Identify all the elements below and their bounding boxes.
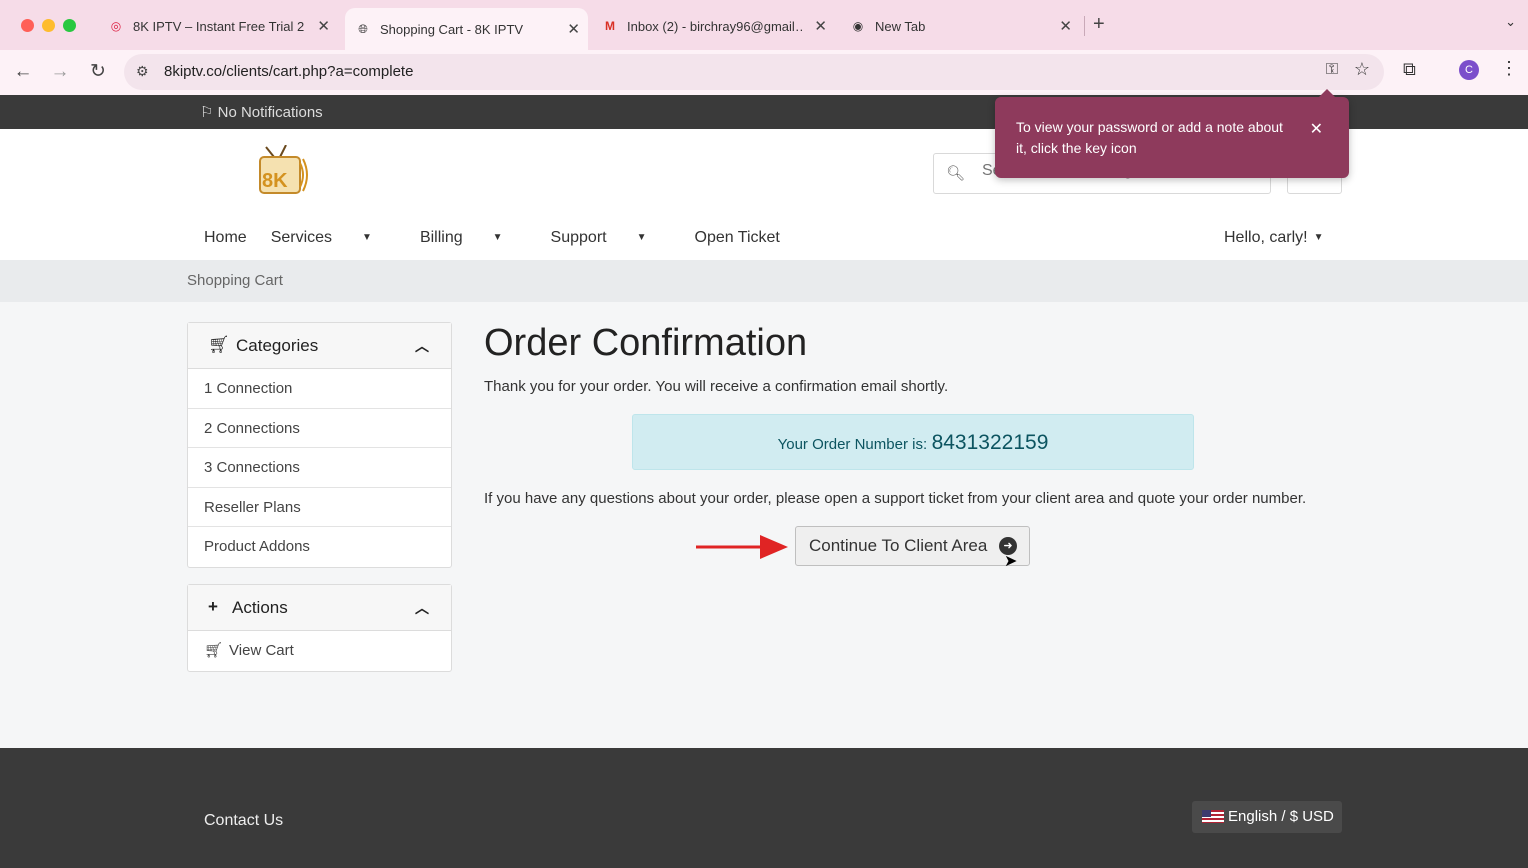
categories-title: Categories (236, 336, 319, 355)
browser-tab-strip: ◎ 8K IPTV – Instant Free Trial 2… ✕ 🌐︎ S… (0, 0, 1528, 50)
close-tab-icon[interactable]: ✕ (567, 20, 580, 38)
nav-support-label: Support (550, 229, 607, 246)
bookmark-star-icon[interactable]: ☆ (1354, 59, 1370, 80)
user-menu[interactable]: Hello, carly! ▼ (1224, 229, 1323, 247)
user-greeting: Hello, carly! (1224, 229, 1308, 246)
minimize-window-button[interactable] (42, 19, 55, 32)
close-window-button[interactable] (21, 19, 34, 32)
tab-search-chevron-icon[interactable]: ⌄ (1505, 14, 1516, 30)
view-cart-link[interactable]: 🛒︎ View Cart (188, 631, 451, 671)
main-navigation: Home Services ▼ Billing ▼ Support ▼ Open Ti… (204, 229, 804, 247)
page-title: Order Confirmation (484, 322, 808, 364)
caret-down-icon: ▼ (636, 232, 647, 243)
mouse-pointer-icon: ➤ (1004, 553, 1018, 570)
tab-title: Shopping Cart - 8K IPTV (380, 21, 524, 37)
reload-icon[interactable]: ↻ (84, 58, 112, 86)
flag-icon: ⚐ (200, 104, 214, 121)
nav-home[interactable]: Home (204, 229, 247, 247)
view-cart-label: View Cart (229, 642, 294, 659)
8k-logo[interactable]: 8K (256, 145, 310, 201)
breadcrumb-bar: Shopping Cart (0, 260, 1528, 302)
chevron-up-icon[interactable]: ︿ (415, 336, 429, 356)
browser-menu-icon[interactable]: ⋮ (1500, 58, 1518, 79)
breadcrumb: Shopping Cart (187, 272, 283, 289)
chevron-up-icon[interactable]: ︿ (415, 598, 429, 618)
password-key-icon[interactable]: ⚿ (1326, 61, 1338, 79)
thank-you-text: Thank you for your order. You will recei… (484, 378, 949, 395)
order-number-value: 8431322159 (931, 431, 1049, 454)
red-arrow-annotation-icon (696, 535, 788, 559)
tab-title: New Tab (875, 18, 926, 34)
site-footer: Contact Us English / $ USD (0, 748, 1528, 868)
nav-support[interactable]: Support ▼ (551, 229, 671, 247)
category-item[interactable]: 1 Connection (188, 369, 451, 409)
forward-arrow-icon[interactable]: → (46, 58, 74, 86)
tab-gmail-inbox[interactable]: M Inbox (2) - birchray96@gmail… ✕ (592, 8, 835, 44)
caret-down-icon: ▼ (1313, 232, 1324, 243)
nav-services-label: Services (270, 229, 333, 246)
profile-avatar[interactable]: C (1459, 60, 1479, 80)
cart-icon: 🛒︎ (208, 335, 230, 354)
gmail-icon: M (605, 19, 615, 33)
caret-down-icon: ▼ (492, 232, 503, 243)
contact-us-link[interactable]: Contact Us (204, 812, 283, 830)
nav-billing[interactable]: Billing ▼ (420, 229, 527, 247)
url-text[interactable]: 8kiptv.co/clients/cart.php?a=complete (164, 63, 413, 80)
cart-icon: 🛒︎ (204, 642, 224, 659)
tab-new-tab[interactable]: ◉ New Tab ✕ (840, 8, 1080, 44)
tab-separator (1084, 16, 1085, 36)
close-tab-icon[interactable]: ✕ (814, 17, 827, 35)
nav-billing-label: Billing (419, 229, 463, 246)
site-info-icon[interactable]: ⚙︎ (136, 63, 149, 80)
maximize-window-button[interactable] (63, 19, 76, 32)
browser-toolbar: ← → ↻ ⚙︎ 8kiptv.co/clients/cart.php?a=co… (0, 50, 1528, 95)
categories-panel: 🛒︎ Categories ︿ 1 Connection 2 Connectio… (187, 322, 452, 568)
notifications-label: No Notifications (217, 104, 323, 121)
categories-header[interactable]: 🛒︎ Categories ︿ (188, 323, 451, 369)
close-tab-icon[interactable]: ✕ (1059, 17, 1072, 35)
chrome-icon: ◉ (852, 19, 864, 33)
language-currency-selector[interactable]: English / $ USD (1192, 801, 1342, 833)
notifications-link[interactable]: ⚐ No Notifications (200, 103, 323, 121)
tab-shopping-cart[interactable]: 🌐︎ Shopping Cart - 8K IPTV ✕ (345, 8, 588, 50)
globe-icon: 🌐︎ (358, 21, 368, 36)
tab-title: 8K IPTV – Instant Free Trial 2… (133, 18, 305, 34)
order-number-label: Your Order Number is: (777, 436, 928, 453)
tab-8k-iptv-trial[interactable]: ◎ 8K IPTV – Instant Free Trial 2… ✕ (98, 8, 338, 44)
category-item[interactable]: 3 Connections (188, 448, 451, 488)
password-tooltip: To view your password or add a note abou… (995, 89, 1349, 178)
support-instructions: If you have any questions about your ord… (484, 490, 1307, 507)
tab-title: Inbox (2) - birchray96@gmail… (627, 18, 802, 34)
category-item[interactable]: Reseller Plans (188, 488, 451, 527)
order-number-box: Your Order Number is: 8431322159 (632, 414, 1194, 470)
actions-panel: + Actions ︿ 🛒︎ View Cart (187, 584, 452, 672)
back-arrow-icon[interactable]: ← (9, 58, 37, 86)
logo-text: 8K (262, 170, 288, 192)
close-icon[interactable]: ✕ (1310, 119, 1323, 139)
plus-icon: + (208, 597, 218, 616)
nav-open-ticket[interactable]: Open Ticket (695, 229, 780, 247)
category-item[interactable]: Product Addons (188, 527, 451, 567)
new-tab-plus-icon[interactable]: + (1093, 13, 1105, 36)
continue-button-label: Continue To Client Area (809, 536, 988, 555)
actions-header[interactable]: + Actions ︿ (188, 585, 451, 631)
address-bar[interactable]: ⚙︎ 8kiptv.co/clients/cart.php?a=complete… (124, 54, 1384, 90)
close-tab-icon[interactable]: ✕ (317, 17, 330, 35)
continue-to-client-area-button[interactable]: Continue To Client Area ➜ (795, 526, 1030, 566)
nav-services[interactable]: Services ▼ (271, 229, 396, 247)
extensions-puzzle-icon[interactable]: ⧉ (1403, 59, 1416, 80)
site-favicon-icon: ◎ (110, 19, 122, 33)
category-item[interactable]: 2 Connections (188, 409, 451, 448)
actions-title: Actions (232, 598, 288, 617)
language-label: English / $ USD (1228, 808, 1334, 825)
caret-down-icon: ▼ (362, 232, 372, 243)
us-flag-icon (1202, 810, 1224, 823)
search-icon: 🔍︎ (946, 165, 966, 182)
tooltip-message: To view your password or add a note abou… (1016, 119, 1283, 156)
